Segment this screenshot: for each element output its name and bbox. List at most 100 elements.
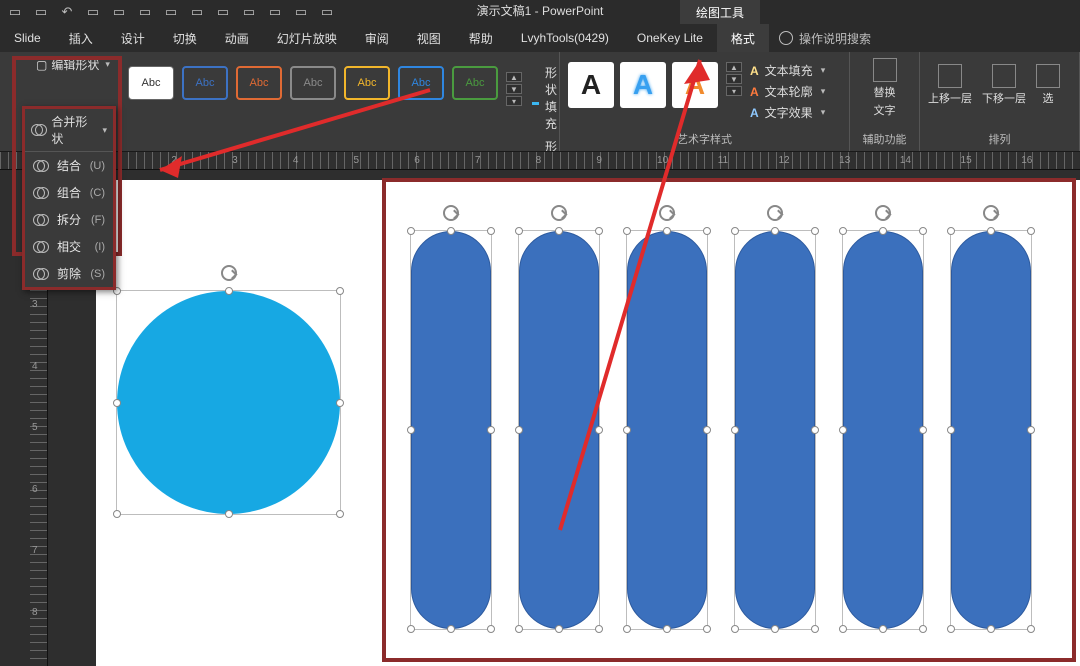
- qat-icon[interactable]: ↶: [58, 3, 76, 21]
- wordart-gallery[interactable]: A A A: [568, 62, 718, 121]
- shape-pill-selection[interactable]: [410, 230, 492, 630]
- slide-canvas[interactable]: [96, 180, 1080, 666]
- tab-transitions[interactable]: 切换: [159, 24, 211, 52]
- selection-pane-button[interactable]: 选: [1036, 64, 1060, 106]
- resize-handle[interactable]: [987, 625, 995, 633]
- resize-handle[interactable]: [623, 426, 631, 434]
- resize-handle[interactable]: [555, 227, 563, 235]
- shape-style-gallery[interactable]: Abc Abc Abc Abc Abc Abc Abc ▲ ▼ ▾: [128, 66, 522, 152]
- tab-review[interactable]: 审阅: [351, 24, 403, 52]
- resize-handle[interactable]: [811, 426, 819, 434]
- resize-handle[interactable]: [703, 227, 711, 235]
- gallery-up-icon[interactable]: ▲: [506, 72, 522, 82]
- gallery-up-icon[interactable]: ▲: [726, 62, 742, 72]
- merge-fragment[interactable]: 拆分 (F): [25, 206, 113, 233]
- resize-handle[interactable]: [771, 227, 779, 235]
- qat-icon[interactable]: ▭: [318, 3, 336, 21]
- resize-handle[interactable]: [336, 510, 344, 518]
- resize-handle[interactable]: [595, 625, 603, 633]
- resize-handle[interactable]: [771, 625, 779, 633]
- text-outline-button[interactable]: A 文本轮廓▾: [750, 83, 825, 100]
- resize-handle[interactable]: [225, 510, 233, 518]
- resize-handle[interactable]: [487, 625, 495, 633]
- merge-union[interactable]: 结合 (U): [25, 152, 113, 179]
- shape-style-swatch[interactable]: Abc: [236, 66, 282, 100]
- rotate-handle-icon[interactable]: [221, 265, 237, 281]
- shape-style-swatch[interactable]: Abc: [344, 66, 390, 100]
- resize-handle[interactable]: [487, 227, 495, 235]
- tab-animations[interactable]: 动画: [211, 24, 263, 52]
- qat-icon[interactable]: ▭: [162, 3, 180, 21]
- shape-rounded-rect[interactable]: [627, 231, 707, 629]
- resize-handle[interactable]: [407, 227, 415, 235]
- text-fill-button[interactable]: A 文本填充▾: [750, 62, 825, 79]
- resize-handle[interactable]: [515, 625, 523, 633]
- gallery-more-icon[interactable]: ▾: [506, 96, 522, 106]
- tab-help[interactable]: 帮助: [455, 24, 507, 52]
- gallery-scroll[interactable]: ▲ ▼ ▾: [506, 72, 522, 106]
- merge-shapes-header[interactable]: 合并形状 ▾: [25, 109, 113, 152]
- resize-handle[interactable]: [447, 625, 455, 633]
- shape-style-swatch[interactable]: Abc: [398, 66, 444, 100]
- shape-rounded-rect[interactable]: [411, 231, 491, 629]
- merge-combine[interactable]: 组合 (C): [25, 179, 113, 206]
- gallery-down-icon[interactable]: ▼: [726, 74, 742, 84]
- qat-icon[interactable]: ▭: [32, 3, 50, 21]
- resize-handle[interactable]: [623, 227, 631, 235]
- resize-handle[interactable]: [663, 227, 671, 235]
- tab-onekey[interactable]: OneKey Lite: [623, 24, 717, 52]
- gallery-down-icon[interactable]: ▼: [506, 84, 522, 94]
- tab-insert[interactable]: 插入: [55, 24, 107, 52]
- qat-icon[interactable]: ▭: [266, 3, 284, 21]
- shape-pill-selection[interactable]: [950, 230, 1032, 630]
- rotate-handle-icon[interactable]: [551, 205, 567, 221]
- qat-icon[interactable]: ▭: [292, 3, 310, 21]
- resize-handle[interactable]: [919, 426, 927, 434]
- resize-handle[interactable]: [811, 625, 819, 633]
- resize-handle[interactable]: [879, 227, 887, 235]
- resize-handle[interactable]: [623, 625, 631, 633]
- shape-rounded-rect[interactable]: [735, 231, 815, 629]
- qat-icon[interactable]: ▭: [84, 3, 102, 21]
- resize-handle[interactable]: [919, 625, 927, 633]
- resize-handle[interactable]: [113, 510, 121, 518]
- shape-style-swatch[interactable]: Abc: [182, 66, 228, 100]
- rotate-handle-icon[interactable]: [443, 205, 459, 221]
- shape-rounded-rect[interactable]: [951, 231, 1031, 629]
- tab-view[interactable]: 视图: [403, 24, 455, 52]
- text-effects-button[interactable]: A 文字效果▾: [750, 104, 825, 121]
- rotate-handle-icon[interactable]: [659, 205, 675, 221]
- rotate-handle-icon[interactable]: [767, 205, 783, 221]
- rotate-handle-icon[interactable]: [875, 205, 891, 221]
- qat-icon[interactable]: ▭: [188, 3, 206, 21]
- resize-handle[interactable]: [663, 625, 671, 633]
- shape-circle[interactable]: [117, 291, 340, 514]
- shape-circle-selection[interactable]: [116, 290, 341, 515]
- resize-handle[interactable]: [703, 625, 711, 633]
- wordart-swatch[interactable]: A: [672, 62, 718, 108]
- resize-handle[interactable]: [731, 426, 739, 434]
- resize-handle[interactable]: [1027, 426, 1035, 434]
- shape-style-swatch[interactable]: Abc: [128, 66, 174, 100]
- qat-icon[interactable]: ▭: [240, 3, 258, 21]
- resize-handle[interactable]: [515, 426, 523, 434]
- resize-handle[interactable]: [407, 426, 415, 434]
- resize-handle[interactable]: [947, 625, 955, 633]
- resize-handle[interactable]: [595, 227, 603, 235]
- resize-handle[interactable]: [225, 287, 233, 295]
- tab-design[interactable]: 设计: [107, 24, 159, 52]
- tell-me-search[interactable]: 操作说明搜索: [779, 30, 871, 47]
- wordart-swatch[interactable]: A: [568, 62, 614, 108]
- merge-subtract[interactable]: 剪除 (S): [25, 260, 113, 287]
- alt-text-button[interactable]: 替换 文字: [873, 58, 897, 118]
- rotate-handle-icon[interactable]: [983, 205, 999, 221]
- resize-handle[interactable]: [839, 426, 847, 434]
- qat-icon[interactable]: ▭: [110, 3, 128, 21]
- resize-handle[interactable]: [487, 426, 495, 434]
- tab-slide[interactable]: Slide: [0, 24, 55, 52]
- resize-handle[interactable]: [839, 227, 847, 235]
- resize-handle[interactable]: [731, 227, 739, 235]
- qat-icon[interactable]: ▭: [136, 3, 154, 21]
- resize-handle[interactable]: [555, 625, 563, 633]
- resize-handle[interactable]: [1027, 227, 1035, 235]
